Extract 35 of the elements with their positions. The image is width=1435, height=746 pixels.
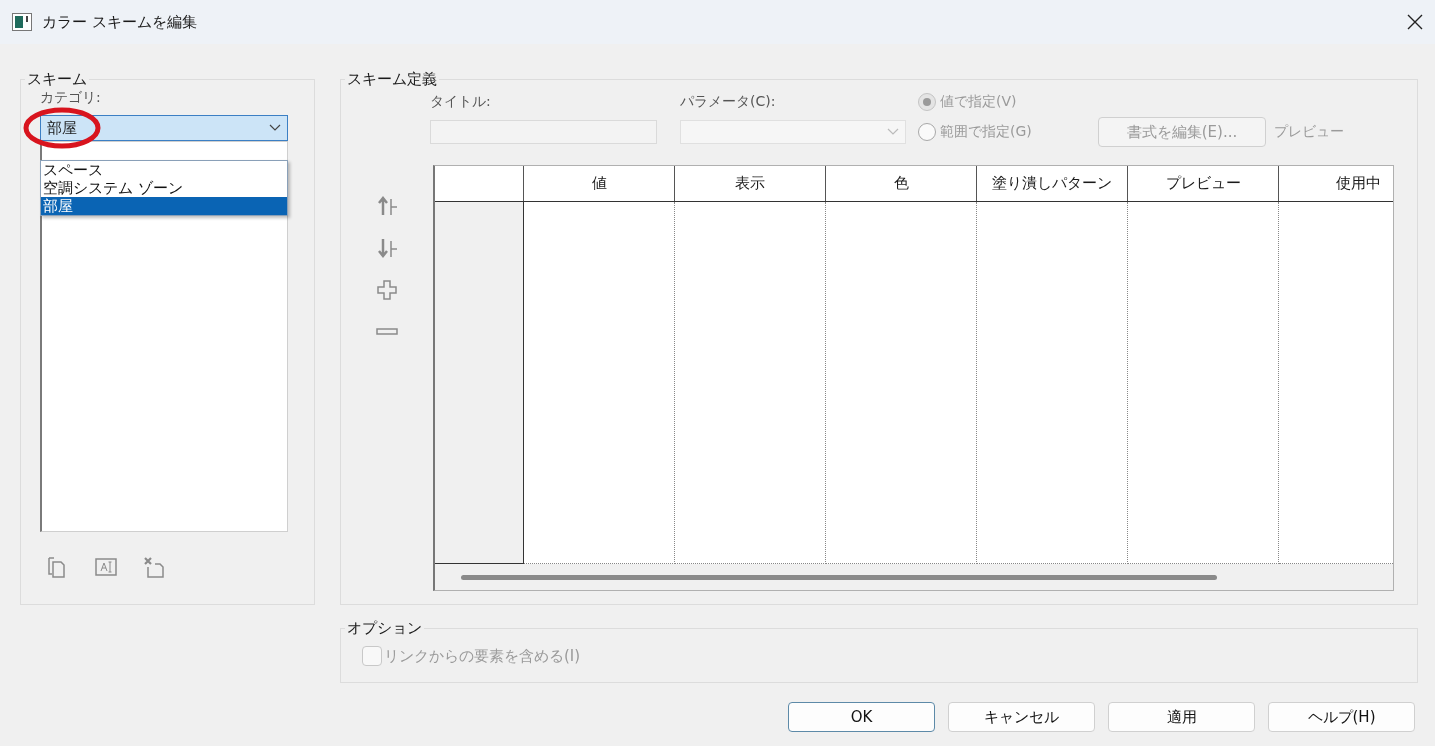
dropdown-option[interactable]: 空調システム ゾーン <box>41 179 287 197</box>
column-header[interactable]: 色 <box>826 166 977 201</box>
dropdown-option[interactable]: 部屋 <box>41 197 287 215</box>
title-field[interactable] <box>430 120 657 144</box>
delete-icon[interactable] <box>143 556 165 578</box>
app-icon <box>12 13 32 31</box>
close-icon[interactable] <box>1407 14 1423 30</box>
rename-icon[interactable] <box>95 556 117 578</box>
column-header[interactable]: 塗り潰しパターン <box>977 166 1128 201</box>
group-title: オプション <box>346 619 423 638</box>
group-title: スキーム <box>26 70 88 89</box>
dropdown-option[interactable]: スペース <box>41 161 287 179</box>
preview-label: プレビュー <box>1274 123 1345 141</box>
field-label: カテゴリ: <box>40 89 101 105</box>
column-header[interactable]: プレビュー <box>1128 166 1279 201</box>
field-label: タイトル: <box>430 93 492 111</box>
chevron-icon <box>887 128 899 136</box>
field-label: パラメータ(C): <box>680 93 777 111</box>
column-header[interactable]: 使用中 <box>1279 166 1393 201</box>
group-title: スキーム定義 <box>346 70 438 89</box>
dialog-button[interactable]: ヘルプ(H) <box>1268 702 1415 732</box>
scrollbar-thumb[interactable] <box>461 574 1217 580</box>
dialog-button[interactable]: 適用 <box>1108 702 1255 732</box>
move-down-icon[interactable] <box>376 237 398 259</box>
move-up-icon[interactable] <box>376 195 398 217</box>
dialog-button[interactable]: キャンセル <box>948 702 1095 732</box>
radio-button[interactable] <box>918 123 936 141</box>
window-title: カラー スキームを編集 <box>42 12 198 32</box>
category-dropdown[interactable]: 部屋 <box>40 115 288 141</box>
radio-button[interactable] <box>918 93 936 111</box>
column-header[interactable]: 表示 <box>675 166 826 201</box>
chevron-icon <box>269 124 281 132</box>
column-header[interactable]: 値 <box>524 166 675 201</box>
add-icon[interactable] <box>376 279 398 301</box>
dialog-button[interactable]: OK <box>788 702 935 732</box>
